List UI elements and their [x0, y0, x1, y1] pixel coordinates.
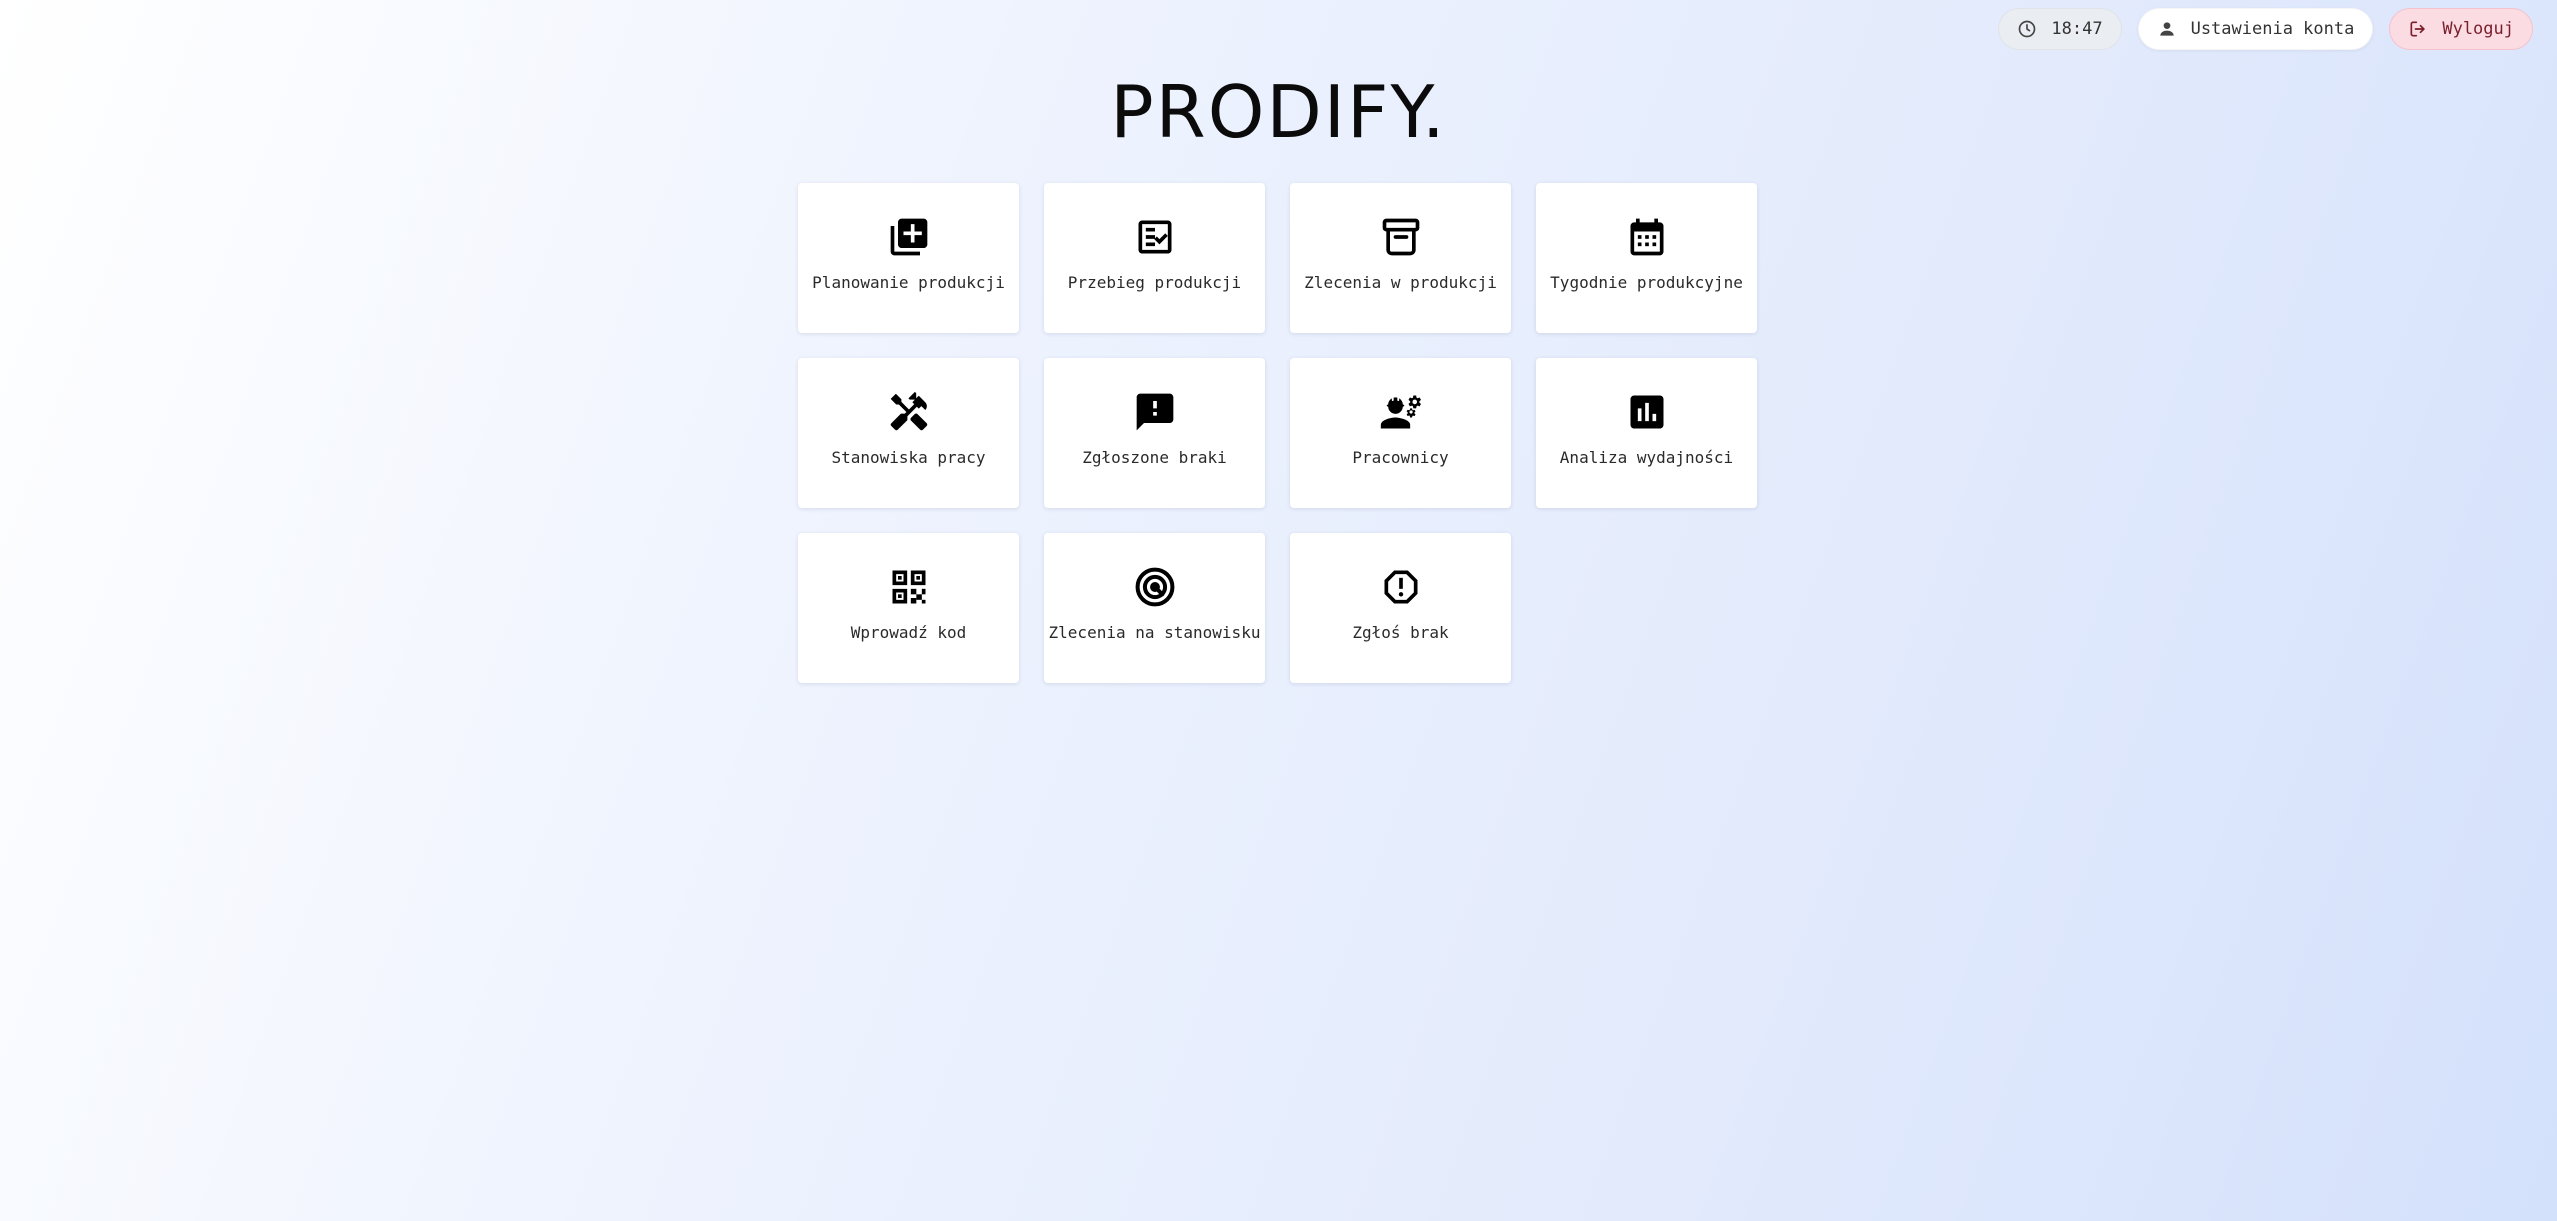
archive-icon: [1379, 215, 1423, 259]
account-settings-label: Ustawienia konta: [2190, 19, 2355, 39]
tile-label: Zlecenia w produkcji: [1304, 273, 1497, 292]
tile-production-flow[interactable]: Przebieg produkcji: [1044, 183, 1265, 333]
tile-label: Zgłoś brak: [1352, 623, 1449, 642]
tile-production-weeks[interactable]: Tygodnie produkcyjne: [1536, 183, 1757, 333]
tile-label: Przebieg produkcji: [1067, 273, 1242, 292]
tile-reported-shortages[interactable]: Zgłoszone braki: [1044, 358, 1265, 508]
tile-label: Zgłoszone braki: [1082, 448, 1227, 467]
tools-icon: [887, 390, 931, 434]
tile-orders-in-production[interactable]: Zlecenia w produkcji: [1290, 183, 1511, 333]
app-title: PRODIFY.: [1110, 70, 1447, 154]
add-to-library-icon: [887, 215, 931, 259]
top-bar: 18:47 Ustawienia konta Wyloguj: [1998, 8, 2533, 50]
bar-chart-icon: [1625, 390, 1669, 434]
tile-production-planning[interactable]: Planowanie produkcji: [798, 183, 1019, 333]
qr-code-icon: [887, 565, 931, 609]
tile-label: Stanowiska pracy: [831, 448, 986, 467]
checklist-icon: [1133, 215, 1177, 259]
logout-button[interactable]: Wyloguj: [2389, 8, 2533, 50]
account-settings-button[interactable]: Ustawienia konta: [2137, 8, 2374, 50]
module-grid: Planowanie produkcji Przebieg produkcji …: [798, 183, 1757, 683]
feedback-icon: [1133, 390, 1177, 434]
tile-report-shortage[interactable]: Zgłoś brak: [1290, 533, 1511, 683]
tile-workstations[interactable]: Stanowiska pracy: [798, 358, 1019, 508]
calendar-icon: [1625, 215, 1669, 259]
logout-icon: [2408, 19, 2428, 39]
engineer-icon: [1379, 390, 1423, 434]
clock-icon: [2017, 19, 2037, 39]
tile-label: Analiza wydajności: [1559, 448, 1734, 467]
time-text: 18:47: [2051, 19, 2103, 39]
time-display: 18:47: [1998, 8, 2122, 50]
tile-station-orders[interactable]: Zlecenia na stanowisku: [1044, 533, 1265, 683]
tile-label: Tygodnie produkcyjne: [1550, 273, 1743, 292]
tile-label: Zlecenia na stanowisku: [1048, 623, 1261, 642]
tile-enter-code[interactable]: Wprowadź kod: [798, 533, 1019, 683]
tile-label: Pracownicy: [1352, 448, 1449, 467]
person-icon: [2157, 19, 2177, 39]
target-icon: [1133, 565, 1177, 609]
tile-employees[interactable]: Pracownicy: [1290, 358, 1511, 508]
tile-efficiency-analysis[interactable]: Analiza wydajności: [1536, 358, 1757, 508]
report-icon: [1379, 565, 1423, 609]
tile-label: Wprowadź kod: [850, 623, 967, 642]
tile-label: Planowanie produkcji: [812, 273, 1005, 292]
logout-label: Wyloguj: [2442, 19, 2514, 39]
